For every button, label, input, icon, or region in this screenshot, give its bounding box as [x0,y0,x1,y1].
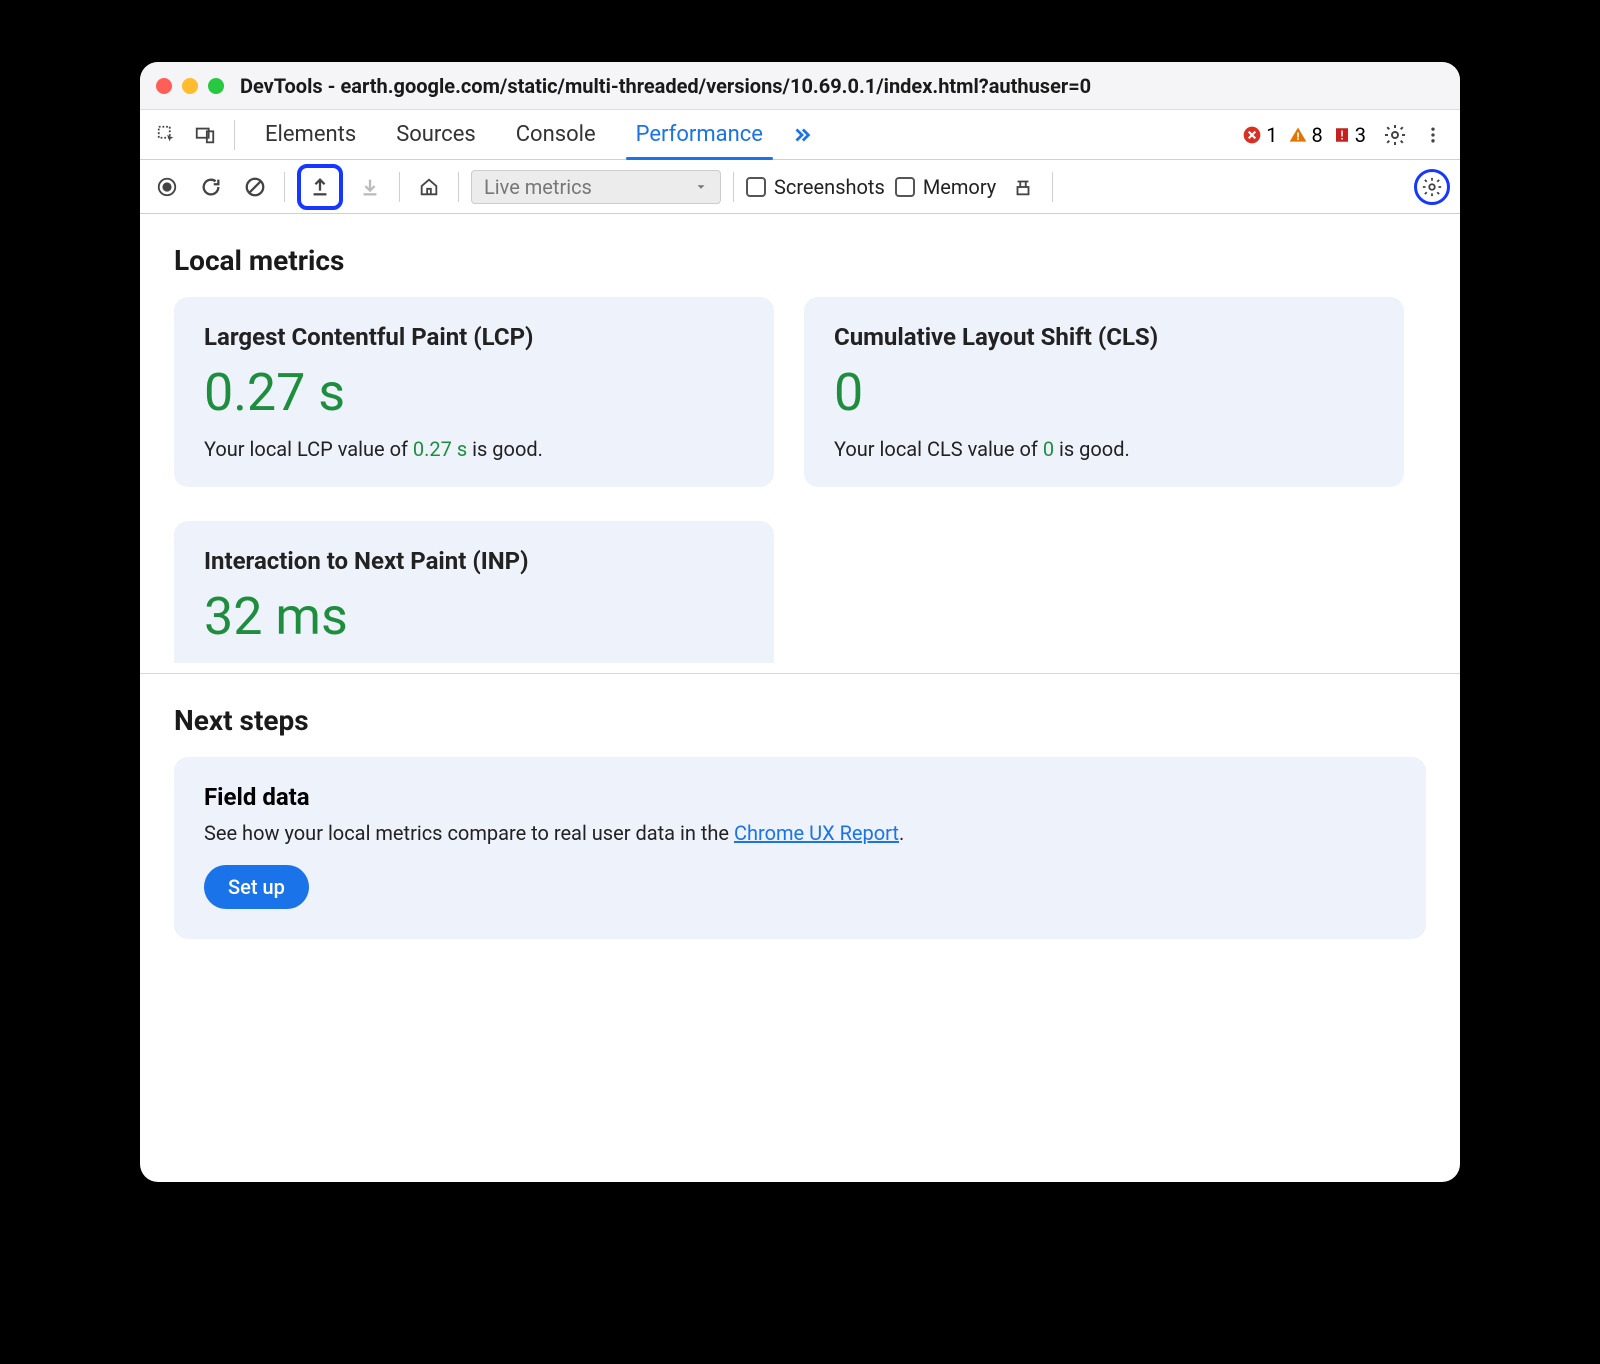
divider [1052,172,1053,202]
local-metrics-heading: Local metrics [174,244,1426,277]
crux-report-link[interactable]: Chrome UX Report [734,821,899,845]
capture-settings-icon[interactable] [1421,176,1443,198]
record-icon[interactable] [150,170,184,204]
screenshots-checkbox[interactable]: Screenshots [746,175,885,199]
cls-description: Your local CLS value of 0 is good. [834,437,1374,461]
download-profile-icon[interactable] [353,170,387,204]
divider [733,172,734,202]
lcp-description: Your local LCP value of 0.27 s is good. [204,437,744,461]
maximize-window-button[interactable] [208,78,224,94]
memory-label: Memory [923,175,996,199]
memory-checkbox[interactable]: Memory [895,175,996,199]
device-toolbar-icon[interactable] [188,118,222,152]
view-select[interactable]: Live metrics [471,170,721,204]
reload-record-icon[interactable] [194,170,228,204]
capture-settings-highlight [1414,169,1450,205]
home-icon[interactable] [412,170,446,204]
divider [234,120,235,150]
inspect-element-icon[interactable] [150,118,184,152]
tab-elements[interactable]: Elements [247,112,374,157]
window-title: DevTools - earth.google.com/static/multi… [240,74,1091,98]
lcp-desc-value: 0.27 s [413,437,467,461]
divider [458,172,459,202]
local-metrics-section: Local metrics Largest Contentful Paint (… [140,214,1460,673]
cls-desc-value: 0 [1043,437,1054,461]
issues-count: 3 [1355,123,1366,147]
setup-button[interactable]: Set up [204,865,309,909]
view-select-label: Live metrics [484,175,592,199]
screenshots-label: Screenshots [774,175,885,199]
error-count: 1 [1266,123,1277,147]
warning-count: 8 [1312,123,1323,147]
performance-toolbar: Live metrics Screenshots Memory [140,160,1460,214]
titlebar: DevTools - earth.google.com/static/multi… [140,62,1460,110]
devtools-tabbar: Elements Sources Console Performance 1 8… [140,110,1460,160]
window-controls [156,78,224,94]
upload-profile-highlight [297,164,343,210]
tab-performance[interactable]: Performance [618,112,781,157]
garbage-collect-icon[interactable] [1006,170,1040,204]
performance-content: Local metrics Largest Contentful Paint (… [140,214,1460,1182]
warning-icon [1288,125,1308,145]
next-steps-section: Next steps Field data See how your local… [140,674,1460,949]
next-steps-heading: Next steps [174,704,1426,737]
inp-value: 32 ms [204,591,744,643]
devtools-window: DevTools - earth.google.com/static/multi… [140,62,1460,1182]
minimize-window-button[interactable] [182,78,198,94]
lcp-card: Largest Contentful Paint (LCP) 0.27 s Yo… [174,297,774,487]
field-text-pre: See how your local metrics compare to re… [204,821,734,845]
clear-icon[interactable] [238,170,272,204]
cls-title: Cumulative Layout Shift (CLS) [834,323,1374,351]
tab-sources[interactable]: Sources [378,112,494,157]
lcp-value: 0.27 s [204,367,744,419]
issues-icon [1333,126,1351,144]
inp-card: Interaction to Next Paint (INP) 32 ms [174,521,774,663]
field-text-post: . [899,821,904,845]
inp-title: Interaction to Next Paint (INP) [204,547,744,575]
settings-gear-icon[interactable] [1378,118,1412,152]
field-data-text: See how your local metrics compare to re… [204,821,1396,845]
lcp-desc-pre: Your local LCP value of [204,437,413,461]
cls-desc-pre: Your local CLS value of [834,437,1043,461]
close-window-button[interactable] [156,78,172,94]
issue-badges[interactable]: 1 8 3 [1242,123,1366,147]
lcp-title: Largest Contentful Paint (LCP) [204,323,744,351]
divider [399,172,400,202]
tab-console[interactable]: Console [498,112,614,157]
lcp-desc-post: is good. [467,437,543,461]
chevron-down-icon [694,180,708,194]
field-data-title: Field data [204,783,1396,811]
cls-desc-post: is good. [1054,437,1130,461]
checkbox-icon [895,177,915,197]
checkbox-icon [746,177,766,197]
cls-value: 0 [834,367,1374,419]
divider [284,172,285,202]
more-tabs-icon[interactable] [785,118,819,152]
upload-profile-icon[interactable] [303,170,337,204]
kebab-menu-icon[interactable] [1416,118,1450,152]
error-icon [1242,125,1262,145]
field-data-card: Field data See how your local metrics co… [174,757,1426,939]
cls-card: Cumulative Layout Shift (CLS) 0 Your loc… [804,297,1404,487]
